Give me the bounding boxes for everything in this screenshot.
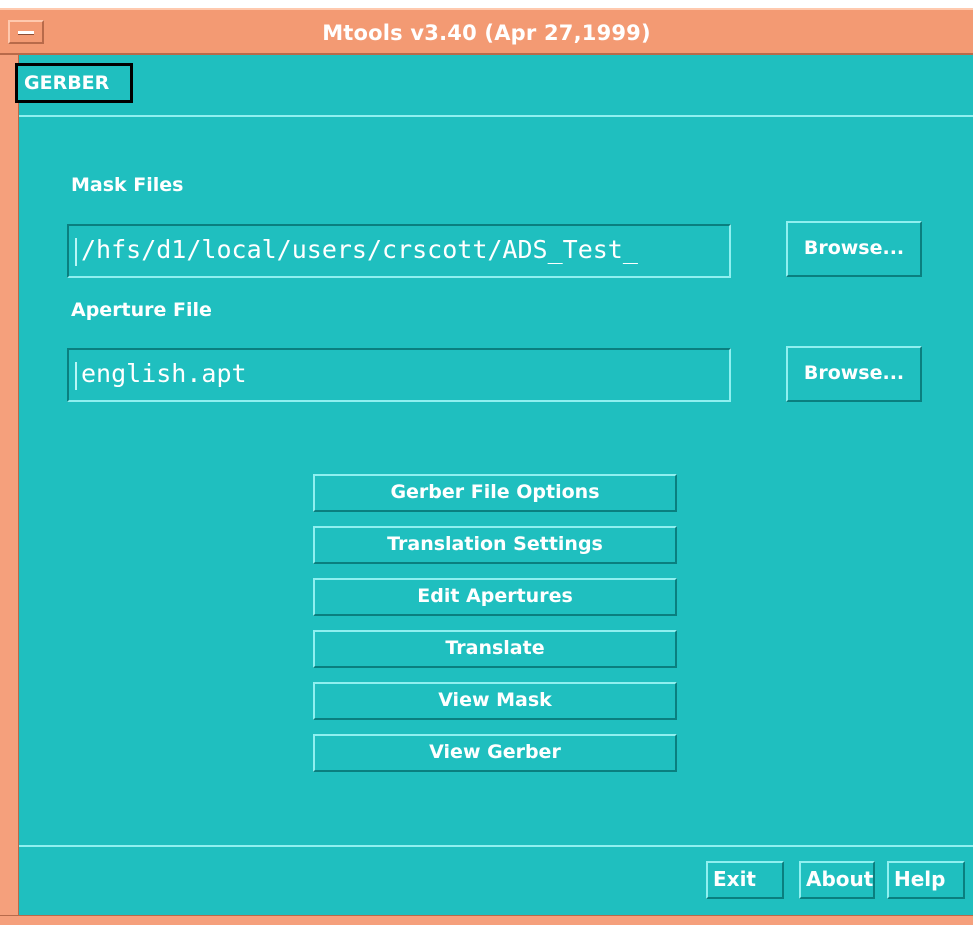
translate-button[interactable]: Translate xyxy=(313,630,677,668)
tab-divider xyxy=(19,115,973,117)
help-button[interactable]: Help xyxy=(887,861,965,899)
mask-files-value: /hfs/d1/local/users/crscott/ADS_Test_ xyxy=(81,235,638,264)
text-cursor xyxy=(75,362,77,390)
window-frame-left[interactable] xyxy=(0,8,19,918)
mask-files-label: Mask Files xyxy=(71,174,184,196)
footer-divider xyxy=(19,845,973,847)
about-button[interactable]: About xyxy=(799,861,875,899)
aperture-file-label: Aperture File xyxy=(71,299,212,321)
mask-files-browse-button[interactable]: Browse... xyxy=(786,221,922,277)
aperture-file-browse-button[interactable]: Browse... xyxy=(786,346,922,402)
view-gerber-button[interactable]: View Gerber xyxy=(313,734,677,772)
aperture-file-input[interactable]: english.apt xyxy=(67,348,731,402)
title-bar[interactable]: Mtools v3.40 (Apr 27,1999) xyxy=(0,8,973,55)
main-panel: GERBER Mask Files /hfs/d1/local/users/cr… xyxy=(15,55,973,915)
window-title: Mtools v3.40 (Apr 27,1999) xyxy=(322,21,651,45)
tab-gerber[interactable]: GERBER xyxy=(15,63,133,103)
window-frame-bottom[interactable] xyxy=(0,915,973,925)
view-mask-button[interactable]: View Mask xyxy=(313,682,677,720)
edit-apertures-button[interactable]: Edit Apertures xyxy=(313,578,677,616)
translation-settings-button[interactable]: Translation Settings xyxy=(313,526,677,564)
gerber-file-options-button[interactable]: Gerber File Options xyxy=(313,474,677,512)
mtools-window: Mtools v3.40 (Apr 27,1999) GERBER Mask F… xyxy=(0,0,973,925)
text-cursor xyxy=(75,238,77,266)
aperture-file-value: english.apt xyxy=(81,359,247,388)
exit-button[interactable]: Exit xyxy=(706,861,784,899)
mask-files-input[interactable]: /hfs/d1/local/users/crscott/ADS_Test_ xyxy=(67,224,731,278)
